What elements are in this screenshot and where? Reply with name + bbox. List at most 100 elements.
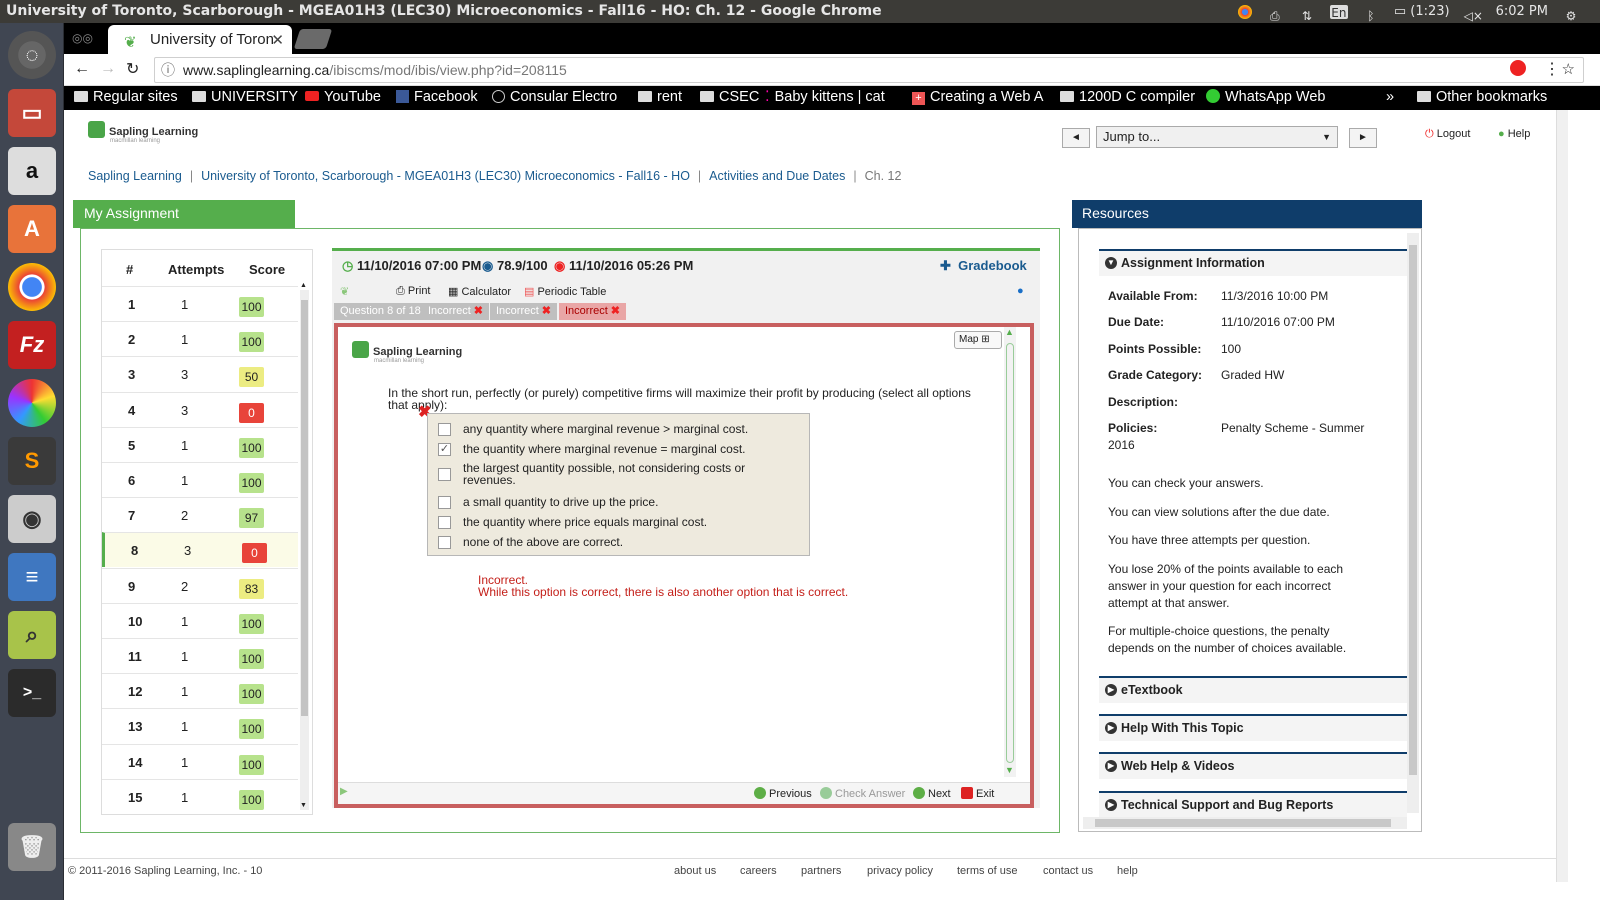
back-icon[interactable]: ← [74, 60, 90, 78]
table-row[interactable]: 6 1 100 [102, 462, 298, 497]
bookmark-csec[interactable]: CSEC [700, 86, 759, 108]
scroll-up-icon[interactable]: ▲ [1005, 327, 1014, 337]
checkbox[interactable] [438, 468, 451, 481]
prev-activity-button[interactable]: ◄ [1062, 128, 1090, 148]
tab-attempt-2[interactable]: Incorrect ✖ [490, 303, 558, 320]
bookmark-facebook[interactable]: Facebook [396, 86, 478, 108]
gradebook-link[interactable]: ✚ Gradebook [940, 258, 1027, 274]
footer-careers[interactable]: careers [740, 865, 777, 877]
software-center-icon[interactable]: A [8, 205, 56, 253]
help-link[interactable]: ● Help [1498, 128, 1530, 140]
tab-attempt-1[interactable]: Incorrect ✖ [422, 303, 490, 320]
table-row[interactable]: 3 3 50 [102, 356, 298, 391]
accordion-web-help[interactable]: ▶ Web Help & Videos [1099, 752, 1407, 779]
table-row[interactable]: 13 1 100 [102, 708, 298, 743]
scroll-up-icon[interactable]: ▲ [300, 282, 307, 289]
accordion-assignment-info[interactable]: ▼ Assignment Information [1099, 249, 1407, 276]
table-row[interactable]: 9 2 83 [102, 567, 298, 603]
tab-active[interactable]: ❦ University of Toron ✕ [108, 25, 292, 54]
bookmarks-overflow-button[interactable]: » [1386, 86, 1394, 108]
periodic-table-button[interactable]: ▤ Periodic Table [524, 285, 606, 298]
writer-icon[interactable]: ≡ [8, 553, 56, 601]
forward-icon[interactable]: → [100, 60, 116, 78]
table-row[interactable]: 14 1 100 [102, 743, 298, 779]
chrome-icon[interactable] [8, 263, 56, 311]
battery-icon[interactable]: ▭ (1:23) [1394, 0, 1450, 23]
ubuntu-dash-icon[interactable]: ◌ [8, 31, 56, 79]
omnibox[interactable]: ⓘ www.saplinglearning.ca/ibiscms/mod/ibi… [154, 57, 1584, 83]
footer-contact[interactable]: contact us [1043, 865, 1093, 877]
files-icon[interactable]: ▭ [8, 89, 56, 137]
bookmark-baby-kittens[interactable]: ⁚ Baby kittens | cat [765, 86, 885, 108]
volume-icon[interactable]: ◁× [1464, 5, 1483, 23]
sublime-text-icon[interactable]: S [8, 437, 56, 485]
print-button[interactable]: ⎙ Print [396, 285, 431, 298]
bookmark-university[interactable]: UNIVERSITY [192, 86, 298, 108]
accordion-help-topic[interactable]: ▶ Help With This Topic [1099, 714, 1407, 741]
scrollbar-thumb[interactable] [301, 300, 308, 716]
check-answer-button[interactable]: Check Answer [820, 787, 905, 800]
checkbox[interactable] [438, 516, 451, 529]
tab-attempt-3[interactable]: Incorrect ✖ [559, 303, 627, 320]
bookmark-regular-sites[interactable]: Regular sites [74, 86, 178, 108]
document-viewer-icon[interactable]: ⌕ [8, 611, 56, 659]
footer-partners[interactable]: partners [801, 865, 841, 877]
keyboard-layout[interactable]: En [1329, 4, 1348, 20]
resources-vscrollbar[interactable] [1407, 233, 1419, 813]
tab-close-icon[interactable]: ✕ [271, 31, 284, 49]
camera-icon[interactable]: ◉ [8, 495, 56, 543]
jump-to-select[interactable]: Jump to... ▼ [1096, 126, 1338, 148]
bluetooth-icon[interactable]: ᛒ [1362, 5, 1380, 23]
table-row[interactable]: 5 1 100 [102, 426, 298, 462]
question-scrollbar[interactable]: ▲ ▼ [1004, 327, 1016, 777]
bookmark-whatsapp[interactable]: WhatsApp Web [1206, 86, 1325, 108]
next-activity-button[interactable]: ► [1349, 128, 1377, 148]
map-button[interactable]: Map ⊞ [954, 331, 1002, 349]
bookmark-1200d[interactable]: 1200D C compiler [1060, 86, 1195, 108]
table-row[interactable]: 8 3 0 [102, 532, 298, 568]
reload-icon[interactable]: ↻ [126, 59, 139, 79]
table-row[interactable]: 4 3 0 [102, 391, 298, 427]
footer-privacy[interactable]: privacy policy [867, 865, 933, 877]
trash-icon[interactable]: 🗑 [8, 823, 56, 871]
breadcrumb-sapling[interactable]: Sapling Learning [88, 169, 182, 183]
calculator-button[interactable]: ▦ Calculator [448, 285, 511, 298]
network-icon[interactable]: ⇅ [1298, 5, 1316, 23]
footer-help[interactable]: help [1117, 865, 1138, 877]
new-tab-button[interactable] [293, 29, 333, 49]
logout-link[interactable]: ⏻ Logout [1425, 128, 1470, 141]
table-row[interactable]: 2 1 100 [102, 321, 298, 356]
other-bookmarks[interactable]: Other bookmarks [1417, 86, 1547, 108]
info-icon[interactable]: ⓘ [161, 58, 175, 82]
breadcrumb-activities[interactable]: Activities and Due Dates [709, 169, 845, 183]
filezilla-icon[interactable]: Fz [8, 321, 56, 369]
table-row[interactable]: 11 1 100 [102, 638, 298, 673]
checkbox[interactable] [438, 423, 451, 436]
table-row[interactable]: 10 1 100 [102, 602, 298, 638]
resources-hscrollbar[interactable] [1083, 817, 1407, 829]
table-row[interactable]: 15 1 100 [102, 778, 298, 814]
sapling-logo[interactable]: Sapling Learning macmillan learning [88, 121, 198, 144]
score-table-scrollbar[interactable]: ▲ ▼ [300, 282, 309, 810]
clock[interactable]: 6:02 PM [1496, 0, 1548, 23]
power-icon[interactable]: ⚙ [1562, 5, 1580, 23]
bookmark-rent[interactable]: rent [638, 86, 682, 108]
scrollbar-thumb[interactable] [1409, 245, 1417, 775]
star-icon[interactable]: ☆ [1562, 58, 1575, 82]
shotwell-icon[interactable] [8, 379, 56, 427]
table-row[interactable]: 1 1 100 [102, 286, 298, 321]
footer-about[interactable]: about us [674, 865, 716, 877]
breadcrumb-course[interactable]: University of Toronto, Scarborough - MGE… [201, 169, 690, 183]
globe-icon[interactable]: ● [1017, 285, 1024, 297]
page-scrollbar[interactable] [1556, 110, 1568, 882]
footer-terms[interactable]: terms of use [957, 865, 1018, 877]
terminal-icon[interactable]: >_ [8, 669, 56, 717]
bookmark-consular[interactable]: Consular Electro [492, 86, 617, 108]
exit-button[interactable]: Exit [961, 787, 994, 800]
scroll-down-icon[interactable]: ▼ [1005, 765, 1014, 775]
next-button[interactable]: Next [913, 787, 951, 800]
scrollbar-thumb[interactable] [1095, 819, 1391, 827]
scrollbar-thumb[interactable] [1006, 343, 1014, 763]
accordion-tech-support[interactable]: ▶ Technical Support and Bug Reports [1099, 791, 1407, 818]
bookmark-youtube[interactable]: YouTube [305, 86, 381, 108]
